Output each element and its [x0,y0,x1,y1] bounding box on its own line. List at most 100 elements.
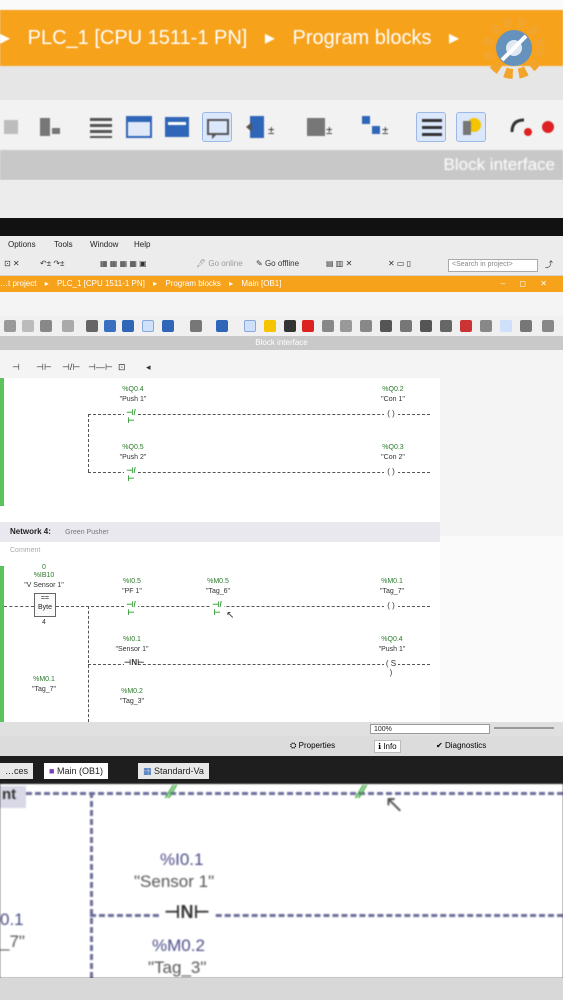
tool-icon-d[interactable] [62,320,74,332]
crumb-program-blocks[interactable]: Program blocks [165,279,221,288]
zoomed-tool-icon-1[interactable] [0,112,30,142]
n3-r1-contact-tag: "Push 1" [119,396,147,403]
tool-icon-k[interactable] [440,320,452,332]
window-controls[interactable]: – ◻ ✕ [501,276,553,292]
gear-logo-icon [483,17,545,79]
zoomed-ladder-canvas[interactable]: nt ⁄⁄ ⁄⁄ ↖ %I0.1 "Sensor 1" ⊣N⊢ 0.1 _7" … [0,782,563,978]
zoomed-insert-network-icon[interactable]: ± [244,112,275,142]
tool-icon-b[interactable] [22,320,34,332]
tool-icon-e[interactable] [322,320,334,332]
tool-icon-f[interactable] [340,320,352,332]
menu-help[interactable]: Help [134,240,150,249]
offline-icon[interactable] [302,320,314,332]
tool-icon-a[interactable] [4,320,16,332]
zoomed-tool-icon-2[interactable] [36,112,66,142]
tool-icon-p[interactable] [542,320,554,332]
zoomed-crumb-plc[interactable]: PLC_1 [CPU 1511-1 PN] [28,27,248,49]
zoom-select[interactable]: 100% [370,724,490,734]
zoomed-lightbulb-icon[interactable] [456,112,486,142]
tool-icon-n[interactable] [500,320,512,332]
search-go-icon[interactable]: ⤴ [545,259,553,270]
tool-icon-c[interactable] [40,320,52,332]
n3-r1-coil[interactable]: ( ) [384,409,398,418]
crumb-plc[interactable]: PLC_1 [CPU 1511-1 PN] [57,279,145,288]
n3-branch-wire [88,414,89,472]
tab-standard-var[interactable]: ▦ Standard-Va [138,763,209,779]
insert-network-icon[interactable] [162,320,174,332]
tab-properties[interactable]: ⛭ Properties [290,741,335,751]
go-online-button[interactable]: 🖋 Go online [196,259,243,268]
network-4-header[interactable]: Network 4: Green Pusher [0,522,440,542]
no-contact-icon[interactable]: ⊣⊢ [36,362,52,373]
tool-icon-g[interactable] [360,320,372,332]
menu-window[interactable]: Window [90,240,118,249]
zoom-slider[interactable] [494,727,554,729]
save-icons[interactable]: ▦ ▦ ▦ ▦ ▣ [100,259,147,268]
zoomed-window-icon[interactable] [124,112,154,142]
zoomed-n-contact[interactable]: ⊣N⊢ [160,902,214,923]
tool-icon-l[interactable] [460,320,472,332]
crumb-main-ob1[interactable]: Main [OB1] [241,279,281,288]
inspector-tab-bar: ⛭ Properties ℹ Info ✔ Diagnostics [0,736,563,756]
tab-devices[interactable]: …ces [0,763,34,779]
n4-r2-coil[interactable]: ( S ) [384,659,398,677]
zoomed-go-online-icon[interactable] [506,112,536,142]
n3-r1-nc-contact[interactable]: ⊣/⊢ [124,409,138,425]
tab-info[interactable]: ℹ Info [374,740,401,753]
zoomed-block-interface-strip[interactable]: Block interface [0,150,563,180]
block-interface-strip[interactable]: Block interface [0,336,563,350]
overview-icon[interactable] [244,320,256,332]
zoomed-comment-icon[interactable] [202,112,232,142]
close-icon[interactable]: ⊡ ✕ [4,259,20,268]
n4-r2-n-contact[interactable]: ⊣N⊢ [124,659,144,667]
tool-icon-m[interactable] [480,320,492,332]
zoomed-crumb-program-blocks[interactable]: Program blocks [293,27,432,49]
compare-type: Byte [37,604,52,611]
tab-diagnostics[interactable]: ✔ Diagnostics [436,741,486,750]
menu-tools[interactable]: Tools [54,240,73,249]
nc-contact-icon[interactable]: ⊣/⊢ [62,362,80,373]
undo-icon[interactable]: ↶± ↷± [40,259,64,268]
compare-box[interactable]: == Byte [34,593,56,617]
branch-icon[interactable]: ◂ [146,362,151,373]
zoomed-list-icon[interactable] [86,112,116,142]
network-4-body[interactable]: 0 %IB10 "V Sensor 1" == Byte 4 %I0.5 "PF… [0,560,440,722]
tool-icon-i[interactable] [400,320,412,332]
ladder-rail-icon[interactable]: ⊣ [12,362,20,373]
menu-options[interactable]: Options [8,240,36,249]
n3-r2-coil[interactable]: ( ) [384,467,398,476]
tool-icon-h[interactable] [380,320,392,332]
monitor-icons[interactable]: ▤ ▥ ✕ [326,259,352,268]
n4-r1-contact-pf1[interactable]: ⊣/⊢ [124,601,138,617]
zoomed-contact-1[interactable]: ⁄⁄ [168,782,174,803]
network-4-name[interactable]: Green Pusher [65,529,109,536]
zoomed-go-offline-icon[interactable] [538,112,563,142]
lightbulb-icon[interactable] [264,320,276,332]
n3-r2-nc-contact[interactable]: ⊣/⊢ [124,467,138,483]
box-icon[interactable]: ⊡ [118,362,126,373]
coil-icon[interactable]: ⊣—⊢ [88,362,113,373]
online-icon[interactable] [284,320,296,332]
comment-icon[interactable] [142,320,154,332]
tool-icon-o[interactable] [520,320,532,332]
zoomed-overview-icon[interactable] [416,112,446,142]
n4-r1-coil[interactable]: ( ) [384,601,398,610]
split-icons[interactable]: ✕ ▭ ▯ [388,259,411,268]
cmp-address: %IB10 [33,572,55,579]
zoomed-contact-2[interactable]: ⁄⁄ [358,782,364,803]
go-offline-button[interactable]: ✎ Go offline [256,259,299,268]
network-4-comment[interactable]: Comment [0,542,440,560]
window-icon[interactable] [104,320,116,332]
panel-icon[interactable] [122,320,134,332]
zoomed-panel-icon[interactable] [162,112,192,142]
block-icon[interactable] [190,320,202,332]
crumb-project[interactable]: …t project [0,279,36,288]
zoomed-tree-icon[interactable]: ± [358,112,389,142]
tree-icon[interactable] [216,320,228,332]
tab-main-ob1[interactable]: ■ Main (OB1) [44,763,108,779]
search-input[interactable]: <Search in project> [448,259,538,272]
n4-r1-contact-tag6[interactable]: ⊣/⊢ [210,601,224,617]
list-icon[interactable] [86,320,98,332]
zoomed-block-icon[interactable]: ± [302,112,333,142]
tool-icon-j[interactable] [420,320,432,332]
